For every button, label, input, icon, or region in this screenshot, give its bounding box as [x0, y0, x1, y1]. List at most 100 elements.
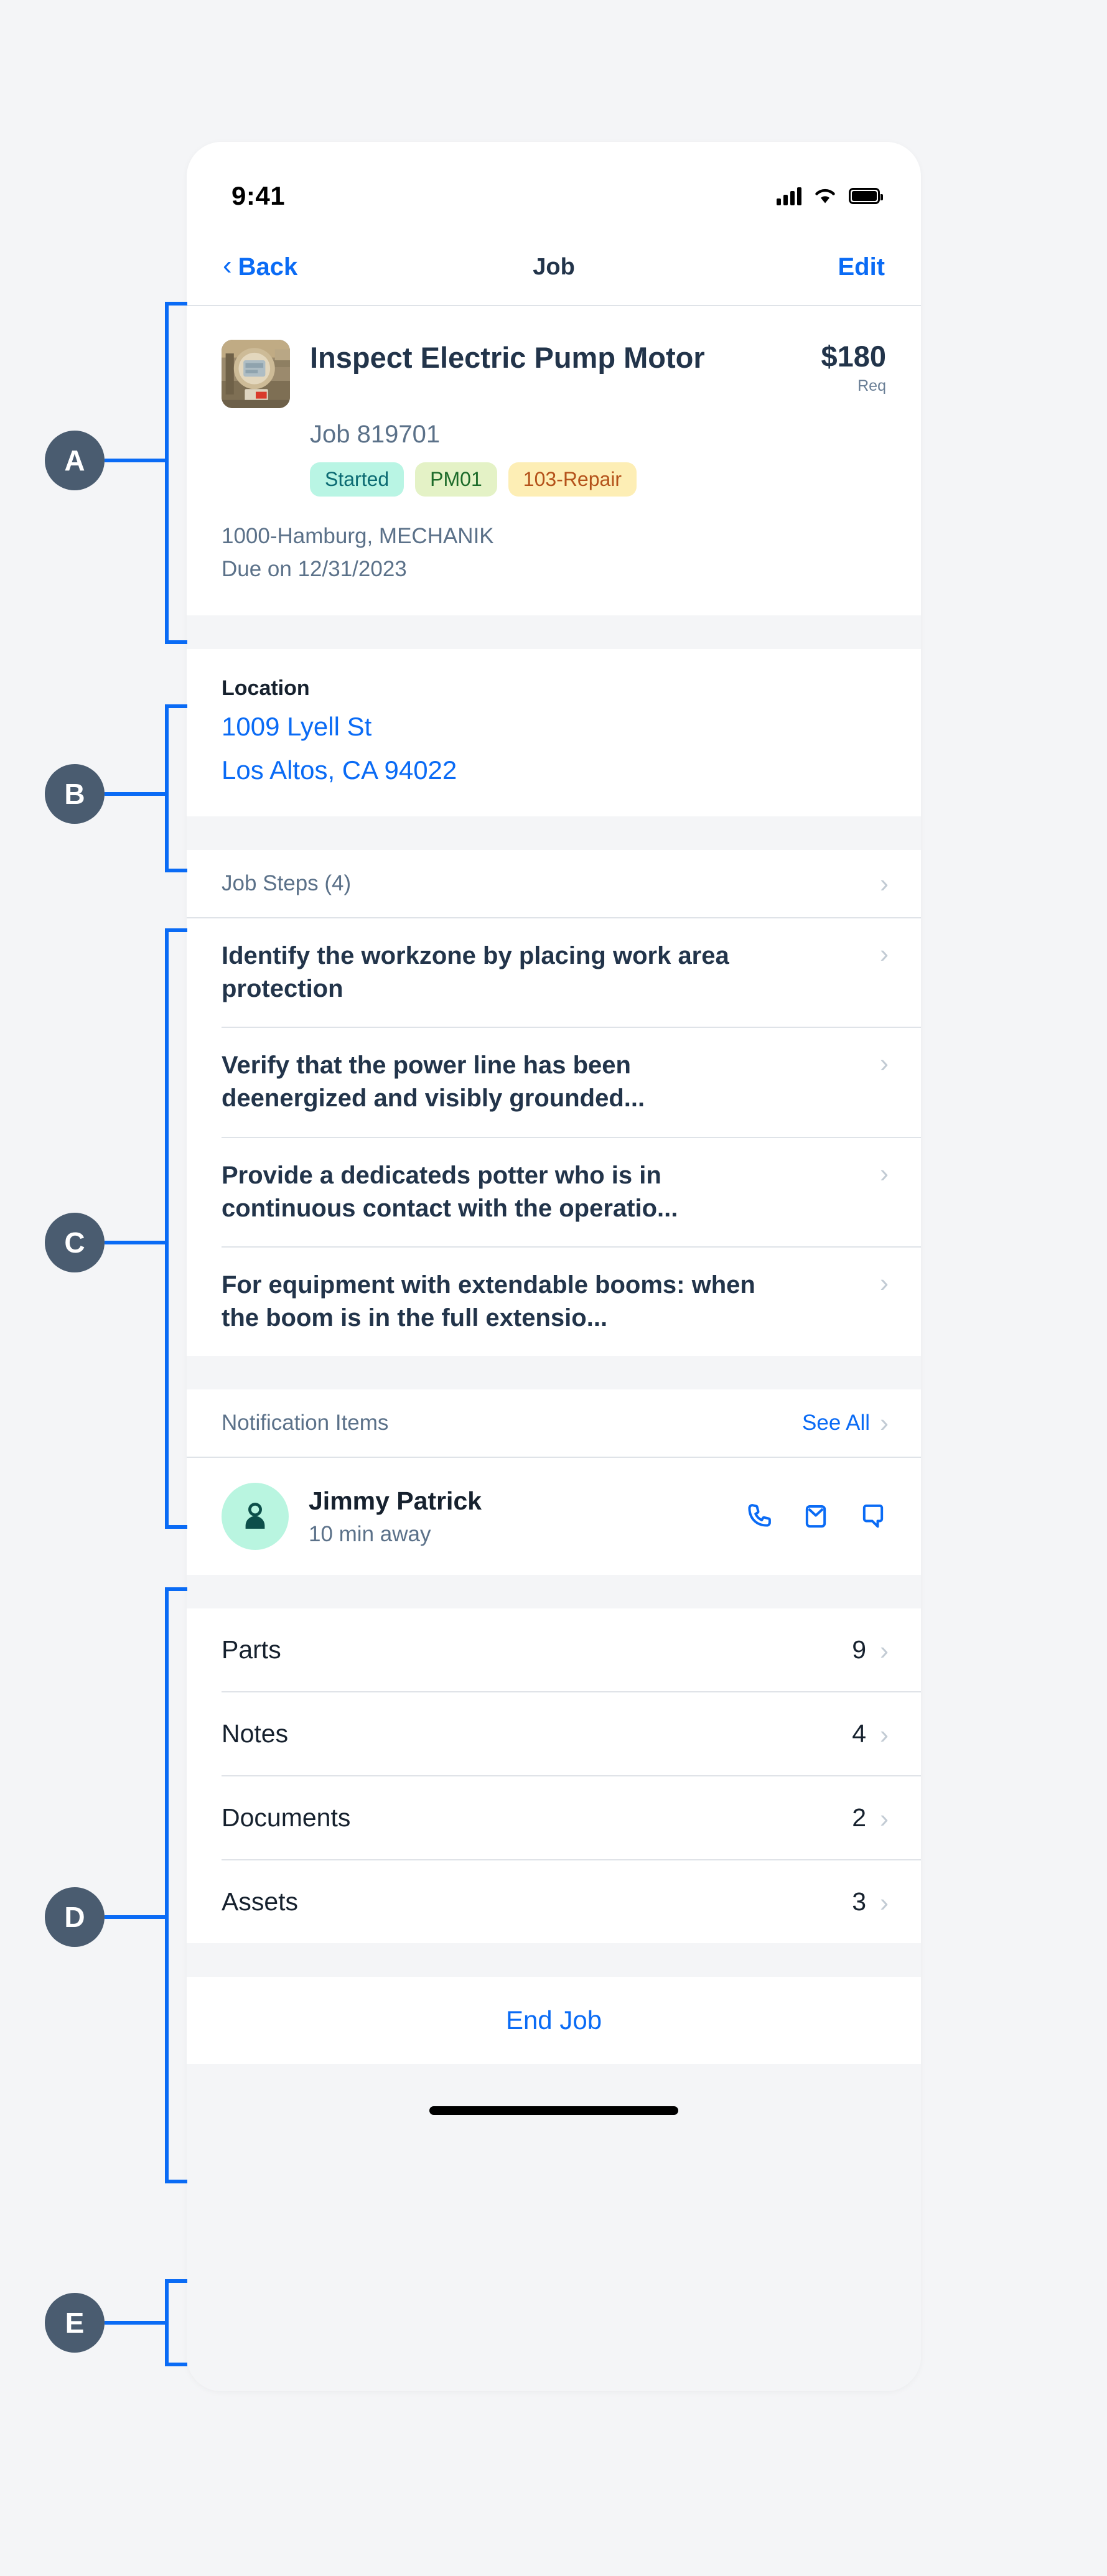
wifi-icon [815, 189, 835, 203]
job-type-badge: PM01 [415, 462, 497, 497]
notification-items-header: Notification Items See All › [187, 1389, 921, 1457]
annotation-bracket [165, 1587, 187, 2183]
job-id: Job 819701 [310, 421, 441, 448]
location-address-line2[interactable]: Los Altos, CA 94022 [222, 753, 886, 788]
annotation-bracket [165, 302, 187, 644]
list-item[interactable]: Notes 4 › [187, 1692, 921, 1775]
chat-icon[interactable] [857, 1501, 889, 1532]
job-step-text: Provide a dedicateds potter who is in co… [222, 1161, 678, 1222]
job-step-item[interactable]: Verify that the power line has been deen… [187, 1028, 921, 1136]
status-badge: Started [310, 462, 404, 497]
count-right: 9 › [852, 1635, 889, 1664]
section-gap [187, 816, 921, 850]
annotation-badge-e: E [45, 2293, 105, 2353]
job-step-text: Identify the workzone by placing work ar… [222, 941, 729, 1003]
count-label: Parts [222, 1635, 281, 1664]
end-job-button[interactable]: End Job [187, 1977, 921, 2065]
back-button[interactable]: ‹ Back [223, 252, 298, 281]
chevron-right-icon: › [880, 1719, 889, 1749]
annotation-bracket [165, 704, 187, 872]
chevron-right-icon: › [880, 1048, 889, 1078]
chevron-right-icon: › [880, 1158, 889, 1188]
phone-icon[interactable] [743, 1501, 774, 1532]
status-time: 9:41 [231, 181, 286, 210]
list-item[interactable]: Parts 9 › [187, 1608, 921, 1691]
home-indicator [429, 2106, 678, 2116]
end-job-label: End Job [505, 2005, 602, 2035]
job-steps-card: Job Steps (4) › Identify the workzone by… [187, 849, 921, 1356]
annotation-bracket [165, 928, 187, 1529]
job-due-date: Due on 12/31/2023 [222, 556, 407, 581]
chevron-right-icon: › [880, 938, 889, 968]
count-value: 4 [852, 1719, 866, 1748]
edit-button[interactable]: Edit [838, 253, 885, 281]
chevron-right-icon: › [880, 868, 889, 898]
count-right: 2 › [852, 1803, 889, 1832]
job-price-block: $180 Req [811, 340, 886, 408]
job-price: $180 [821, 340, 886, 373]
status-icons [777, 187, 883, 205]
count-value: 2 [852, 1803, 866, 1832]
see-all-button[interactable]: See All › [802, 1410, 889, 1436]
annotation-leader-line [105, 792, 167, 796]
home-indicator-area [187, 2064, 921, 2139]
job-code-badge: 103-Repair [508, 462, 637, 497]
contact-name: Jimmy Patrick [309, 1486, 482, 1515]
job-thumbnail [222, 340, 290, 408]
contact-actions [743, 1501, 889, 1532]
count-right: 4 › [852, 1719, 889, 1748]
count-label: Notes [222, 1719, 289, 1748]
section-gap [187, 615, 921, 650]
annotation-badge-c: C [45, 1213, 105, 1272]
chevron-right-icon: › [880, 1635, 889, 1665]
phone-mockup: 9:41 ‹ Back Job Edit Inspect Electric Pu… [187, 142, 921, 2391]
annotation-leader-line [105, 1915, 167, 1919]
job-step-item[interactable]: For equipment with extendable booms: whe… [187, 1248, 921, 1356]
location-label: Location [222, 676, 310, 701]
annotation-leader-line [105, 459, 167, 462]
chevron-right-icon: › [880, 1803, 889, 1833]
count-label: Assets [222, 1887, 299, 1916]
job-title: Inspect Electric Pump Motor [310, 341, 705, 374]
job-header-card: Inspect Electric Pump Motor $180 Req Job… [187, 306, 921, 616]
count-label: Documents [222, 1803, 351, 1832]
chevron-right-icon: › [880, 1887, 889, 1917]
chevron-right-icon: › [880, 1268, 889, 1298]
job-step-text: Verify that the power line has been deen… [222, 1052, 645, 1113]
count-value: 3 [852, 1887, 866, 1916]
annotation-leader-line [105, 2321, 167, 2325]
job-step-item[interactable]: Identify the workzone by placing work ar… [187, 918, 921, 1027]
count-right: 3 › [852, 1887, 889, 1916]
back-label: Back [238, 253, 298, 281]
annotation-leader-line [105, 1241, 167, 1244]
job-plant: 1000-Hamburg, MECHANIK [222, 524, 494, 549]
section-gap [187, 1943, 921, 1977]
job-steps-header[interactable]: Job Steps (4) › [187, 850, 921, 917]
contact-subtitle: 10 min away [309, 1521, 431, 1546]
job-step-item[interactable]: Provide a dedicateds potter who is in co… [187, 1138, 921, 1246]
page-root: 9:41 ‹ Back Job Edit Inspect Electric Pu… [0, 0, 1107, 2576]
list-item[interactable]: Documents 2 › [187, 1776, 921, 1859]
job-steps-header-label: Job Steps (4) [222, 870, 352, 895]
location-card: Location 1009 Lyell St Los Altos, CA 940… [187, 649, 921, 816]
person-icon [245, 1503, 265, 1529]
see-all-label: See All [802, 1411, 870, 1435]
contact-row[interactable]: Jimmy Patrick 10 min away [187, 1458, 921, 1575]
job-step-text: For equipment with extendable booms: whe… [222, 1271, 755, 1332]
section-gap [187, 1356, 921, 1390]
location-address-line1[interactable]: 1009 Lyell St [222, 709, 886, 744]
email-icon[interactable] [800, 1501, 831, 1532]
count-value: 9 [852, 1635, 866, 1664]
contact-info: Jimmy Patrick 10 min away [309, 1486, 723, 1547]
avatar [222, 1483, 289, 1551]
status-bar: 9:41 [187, 142, 921, 229]
list-item[interactable]: Assets 3 › [187, 1860, 921, 1943]
battery-icon [849, 188, 883, 204]
section-gap [187, 1575, 921, 1609]
job-price-sublabel: Req [857, 377, 886, 395]
notification-items-card: Notification Items See All › Jimmy Patri… [187, 1389, 921, 1575]
chevron-right-icon: › [880, 1408, 889, 1438]
annotation-badge-a: A [45, 431, 105, 490]
annotation-badge-d: D [45, 1887, 105, 1947]
phone-screen: 9:41 ‹ Back Job Edit Inspect Electric Pu… [187, 142, 921, 2391]
